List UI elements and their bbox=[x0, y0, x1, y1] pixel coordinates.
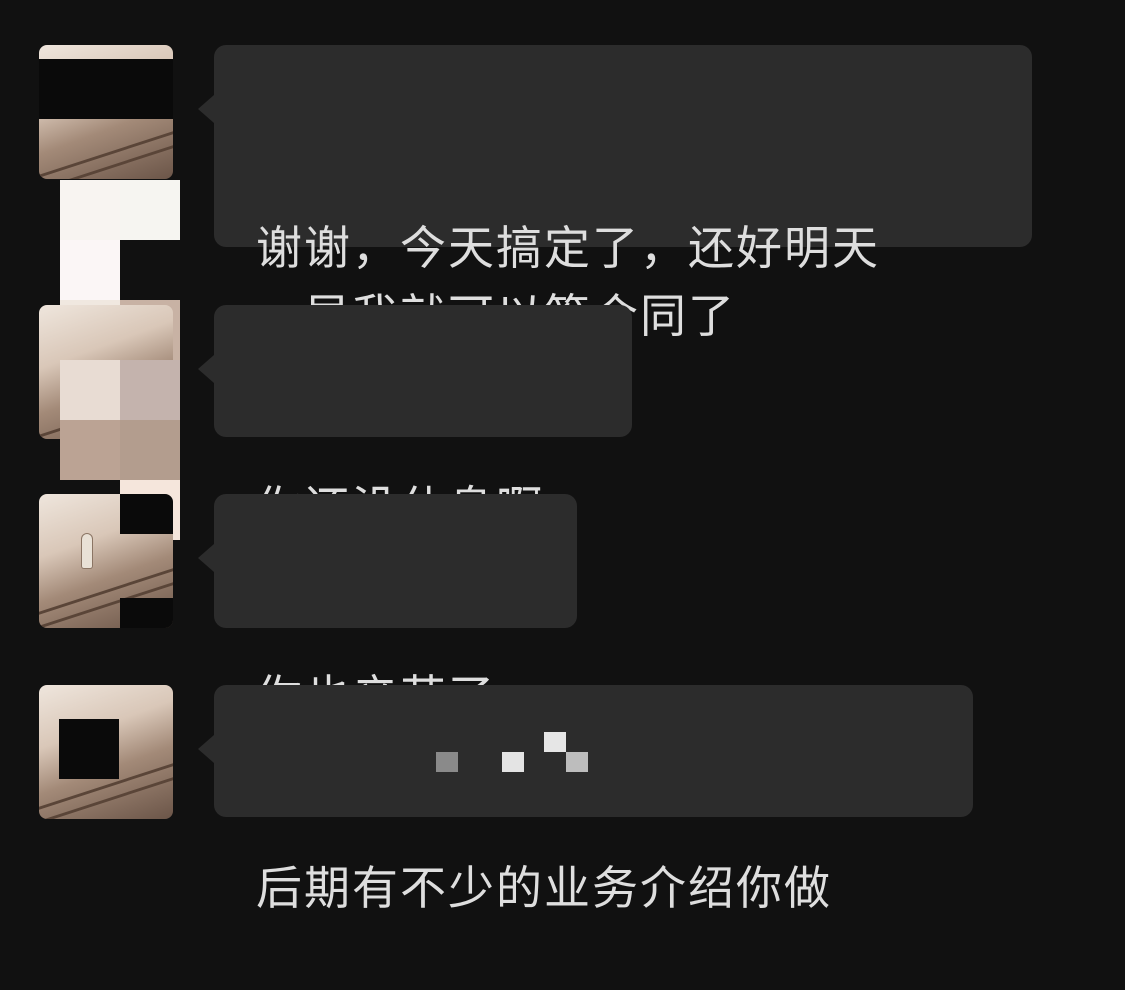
message-text: 后期有不少的业务介绍你做 bbox=[256, 861, 832, 915]
avatar-rail bbox=[39, 145, 173, 179]
avatar-redaction bbox=[120, 598, 173, 628]
text-redaction bbox=[544, 732, 566, 752]
contact-avatar[interactable] bbox=[39, 45, 173, 179]
message-bubble[interactable]: 谢谢，今天搞定了，还好明天 一早我就可以签合同了 bbox=[198, 45, 1032, 343]
contact-avatar[interactable] bbox=[39, 494, 173, 628]
text-redaction bbox=[502, 752, 524, 772]
text-redaction bbox=[436, 752, 458, 772]
mosaic-block bbox=[120, 180, 180, 240]
avatar-redaction bbox=[39, 59, 173, 119]
message-bubble[interactable]: 你还没休息啊 bbox=[198, 305, 632, 535]
mosaic-block bbox=[60, 240, 120, 300]
mosaic-block bbox=[60, 420, 120, 480]
text-redaction bbox=[566, 752, 588, 772]
message-bubble[interactable]: 你也辛苦了 bbox=[198, 494, 577, 724]
mosaic-block bbox=[120, 360, 180, 420]
mosaic-block bbox=[60, 360, 120, 420]
avatar-rail bbox=[39, 777, 173, 819]
message-bubble[interactable]: 后期有不少的业务介绍你做 bbox=[198, 685, 973, 915]
avatar-figure bbox=[82, 534, 92, 568]
avatar-redaction bbox=[120, 494, 173, 534]
mosaic-block bbox=[120, 420, 180, 480]
mosaic-block bbox=[60, 180, 120, 240]
avatar-redaction bbox=[59, 719, 119, 779]
contact-avatar[interactable] bbox=[39, 685, 173, 819]
